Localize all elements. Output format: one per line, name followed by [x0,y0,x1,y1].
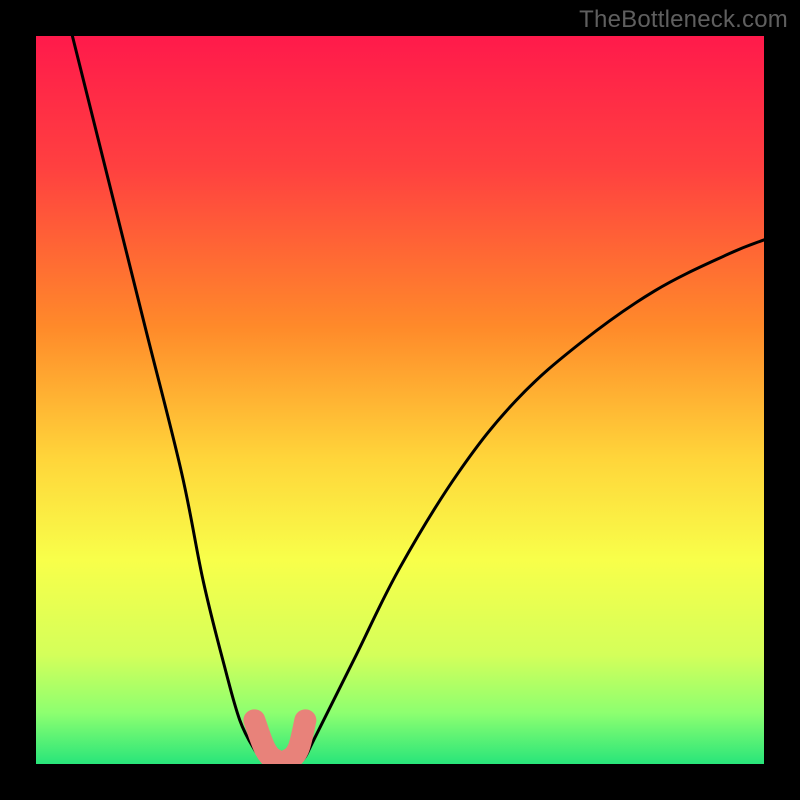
plot-area [36,36,764,764]
chart-frame: TheBottleneck.com [0,0,800,800]
watermark-text: TheBottleneck.com [579,6,788,34]
chart-svg [36,36,764,764]
gradient-background [36,36,764,764]
